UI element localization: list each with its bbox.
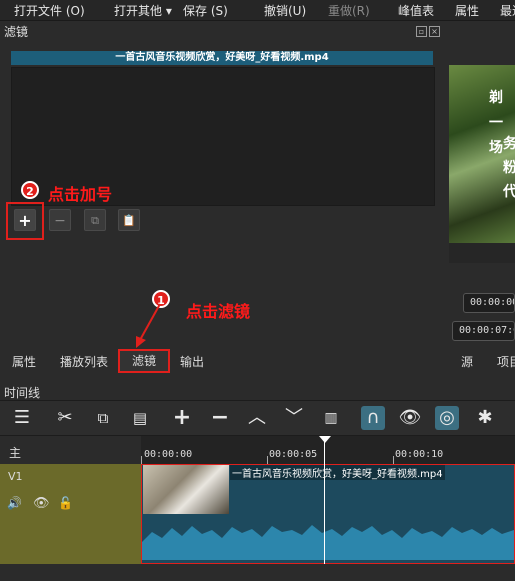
menu-open-other[interactable]: 打开其他 ▾ <box>114 2 172 19</box>
playhead[interactable] <box>324 436 325 564</box>
preview-overlay-char: 粉 <box>503 160 515 176</box>
tab-filters[interactable]: 滤镜 <box>118 349 170 373</box>
menu-bar: 打开文件 (O) 打开其他 ▾ 保存 (S) 撤销(U) 重做(R) 峰值表 属… <box>0 0 515 21</box>
remove-filter-button[interactable]: − <box>49 209 71 231</box>
hide-eye-icon[interactable]: 👁 <box>33 496 50 511</box>
preview-overlay-char: 剃 <box>489 90 503 106</box>
menu-recent[interactable]: 最近 <box>500 2 515 19</box>
cut-icon[interactable]: ✂ <box>53 406 77 430</box>
float-icon[interactable]: ▫ <box>416 26 427 37</box>
ruler-tick <box>393 456 394 464</box>
scrub-eye-icon[interactable]: 👁 <box>398 406 422 430</box>
panel-window-buttons: ▫ × <box>416 23 442 37</box>
tab-properties[interactable]: 属性 <box>12 352 36 372</box>
lock-icon[interactable]: 🔓 <box>58 496 73 510</box>
preview-scrub-bar[interactable] <box>449 243 515 263</box>
ruler-label: 00:00:00 <box>144 449 193 460</box>
preview-overlay-char: 一 <box>489 115 503 131</box>
track-v1-label: V1 <box>8 470 23 483</box>
highlight-add-button <box>6 202 44 240</box>
menu-icon[interactable]: ☰ <box>10 406 34 430</box>
track-header-main: 主 <box>0 436 141 464</box>
preview-overlay-char: 代 <box>503 184 515 200</box>
copy-filter-button[interactable]: ⧉ <box>84 209 106 231</box>
duration-timecode: 00:00:07:0 <box>452 321 515 341</box>
overwrite-icon[interactable]: ﹀ <box>282 406 306 430</box>
filter-panel-title: 滤镜 <box>4 25 29 39</box>
timeline-title: 时间线 <box>4 386 41 400</box>
ripple-all-icon[interactable]: ✱ <box>473 406 497 430</box>
copy-icon[interactable]: ⧉ <box>91 406 115 430</box>
timeline-scrollbar[interactable] <box>0 564 515 581</box>
track-header-v1[interactable]: V1 🔊 👁 🔓 <box>0 464 141 564</box>
tab-project[interactable]: 项目 <box>497 352 515 372</box>
preview-overlay-char: 务 <box>503 136 515 152</box>
tab-export[interactable]: 输出 <box>180 352 204 372</box>
clip-thumbnail <box>143 465 229 514</box>
ruler-tick <box>141 456 142 464</box>
clip-title: 一首古风音乐视频欣赏，好美呀_好看视频.mp4 <box>230 465 445 480</box>
step-1-text: 点击滤镜 <box>186 302 251 321</box>
menu-save[interactable]: 保存 (S) <box>183 2 228 19</box>
step-2-badge: 2 <box>21 181 39 199</box>
tab-playlist[interactable]: 播放列表 <box>60 352 108 372</box>
timeline-toolbar: ☰ ✂ ⧉ ▤ + − ︿ ﹀ ▥ ∩ 👁 ◎ ✱ <box>0 400 515 436</box>
lift-icon[interactable]: ︿ <box>245 406 269 430</box>
menu-properties[interactable]: 属性 <box>455 2 479 19</box>
current-file-banner: 一首古风音乐视频欣赏，好美呀_好看视频.mp4 <box>11 51 433 65</box>
playhead-handle[interactable] <box>319 436 331 443</box>
ripple-icon[interactable]: ◎ <box>435 406 459 430</box>
split-icon[interactable]: ▥ <box>319 406 343 430</box>
position-timecode[interactable]: 00:00:00 <box>463 293 515 313</box>
menu-undo[interactable]: 撤销(U) <box>264 2 306 19</box>
snap-magnet-icon[interactable]: ∩ <box>361 406 385 430</box>
menu-peak-meter[interactable]: 峰值表 <box>398 2 434 19</box>
paste-filter-button[interactable]: 📋 <box>118 209 140 231</box>
track-main-label: 主 <box>9 446 22 460</box>
remove-icon[interactable]: − <box>208 406 232 430</box>
paste-icon[interactable]: ▤ <box>128 406 152 430</box>
ruler-label: 00:00:10 <box>395 449 444 460</box>
video-preview: 剃 一 场 务 粉 代 <box>449 65 515 243</box>
tab-source[interactable]: 源 <box>461 352 473 372</box>
step-2-text: 点击加号 <box>48 185 113 204</box>
mute-icon[interactable]: 🔊 <box>7 496 22 510</box>
menu-open-file[interactable]: 打开文件 (O) <box>14 2 85 19</box>
ruler-tick <box>267 456 268 464</box>
append-icon[interactable]: + <box>170 406 194 430</box>
close-icon[interactable]: × <box>429 26 440 37</box>
audio-waveform <box>142 525 514 560</box>
ruler-label: 00:00:05 <box>269 449 318 460</box>
preview-overlay-char: 场 <box>489 140 503 156</box>
timeline-clip[interactable]: 一首古风音乐视频欣赏，好美呀_好看视频.mp4 <box>141 464 515 564</box>
step-1-arrow <box>136 303 161 348</box>
menu-redo[interactable]: 重做(R) <box>328 2 370 19</box>
